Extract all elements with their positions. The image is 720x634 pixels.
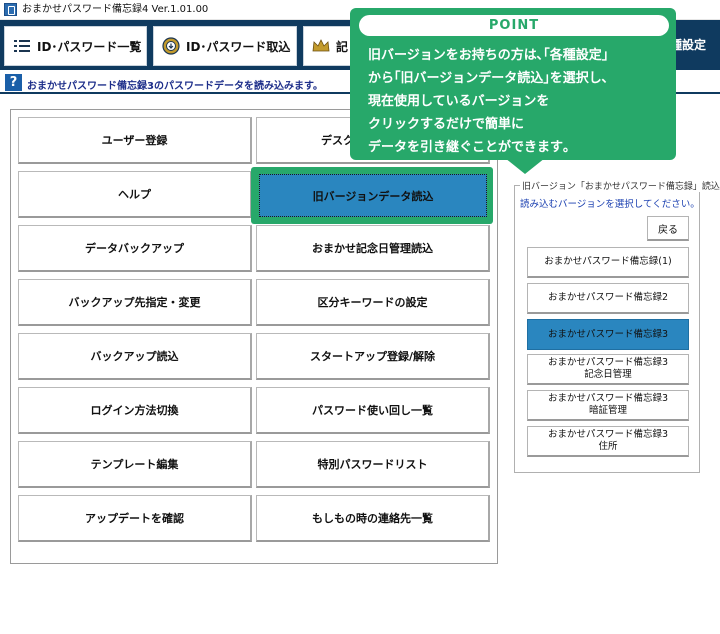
kinenbi-import-button[interactable]: おまかせ記念日管理読込 — [256, 225, 490, 272]
login-method-button[interactable]: ログイン方法切換 — [18, 387, 252, 434]
old-version-import-button[interactable]: 旧バージョンデータ読込 — [259, 174, 487, 217]
help-button[interactable]: ヘルプ — [18, 171, 252, 218]
password-reuse-button[interactable]: パスワード使い回し一覧 — [256, 387, 490, 434]
version-option-label: おまかせパスワード備忘録3 — [547, 393, 669, 404]
help-icon: ? — [5, 74, 22, 91]
callout-line: 旧バージョンをお持ちの方は､｢各種設定｣ — [368, 48, 609, 63]
callout-line: クリックするだけで簡単に — [368, 117, 525, 132]
version-option[interactable]: おまかせパスワード備忘録3 暗証管理 — [527, 390, 689, 421]
info-text: おまかせパスワード備忘録3のパスワードデータを読み込みます。 — [27, 81, 323, 92]
import-icon — [162, 37, 180, 55]
callout-tail — [505, 158, 545, 174]
template-edit-button[interactable]: テンプレート編集 — [18, 441, 252, 488]
backup-load-button[interactable]: バックアップ読込 — [18, 333, 252, 380]
version-option[interactable]: おまかせパスワード備忘録(1) — [527, 247, 689, 278]
version-option-label: おまかせパスワード備忘録3 — [547, 429, 669, 440]
callout-line: から｢旧バージョンデータ読込｣を選択し､ — [368, 71, 609, 86]
version-option-selected[interactable]: おまかせパスワード備忘録3 — [527, 319, 689, 350]
version-option-sublabel: 記念日管理 — [584, 369, 632, 380]
callout-line: データを引き継ぐことができます｡ — [368, 140, 570, 155]
version-group-subtitle: 読み込むバージョンを選択してください。 — [520, 199, 700, 210]
version-option-label: おまかせパスワード備忘録(1) — [544, 256, 672, 267]
emergency-contacts-button[interactable]: もしもの時の連絡先一覧 — [256, 495, 490, 542]
special-password-button[interactable]: 特別パスワードリスト — [256, 441, 490, 488]
nav-label: 記 — [336, 39, 349, 54]
user-register-button[interactable]: ユーザー登録 — [18, 117, 252, 164]
list-icon — [13, 37, 31, 55]
window-title: おまかせパスワード備忘録4 Ver.1.01.00 — [22, 4, 209, 15]
callout-text: 旧バージョンをお持ちの方は､｢各種設定｣ から｢旧バージョンデータ読込｣を選択し… — [368, 44, 670, 159]
startup-toggle-button[interactable]: スタートアップ登録/解除 — [256, 333, 490, 380]
app-icon — [4, 3, 17, 16]
keyword-settings-button[interactable]: 区分キーワードの設定 — [256, 279, 490, 326]
crown-icon — [312, 37, 330, 55]
point-heading: POINT — [359, 15, 669, 36]
version-group-legend: 旧バージョン「おまかせパスワード備忘録」読込 — [520, 179, 720, 192]
version-option-sublabel: 暗証管理 — [588, 405, 627, 416]
nav-label: ID･パスワード一覧 — [37, 39, 142, 54]
version-option-sublabel: 住所 — [598, 441, 618, 452]
callout-line: 現在使用しているバージョンを — [368, 94, 550, 109]
nav-label: ID･パスワード取込 — [186, 39, 291, 54]
check-update-button[interactable]: アップデートを確認 — [18, 495, 252, 542]
version-option[interactable]: おまかせパスワード備忘録3 記念日管理 — [527, 354, 689, 385]
backup-location-button[interactable]: バックアップ先指定・変更 — [18, 279, 252, 326]
version-option[interactable]: おまかせパスワード備忘録3 住所 — [527, 426, 689, 457]
back-button[interactable]: 戻る — [647, 216, 689, 241]
data-backup-button[interactable]: データバックアップ — [18, 225, 252, 272]
version-option-label: おまかせパスワード備忘録2 — [547, 292, 669, 303]
version-option-label: おまかせパスワード備忘録3 — [547, 357, 669, 368]
version-option[interactable]: おまかせパスワード備忘録2 — [527, 283, 689, 314]
nav-id-password-list[interactable]: ID･パスワード一覧 — [4, 26, 147, 66]
nav-id-password-import[interactable]: ID･パスワード取込 — [153, 26, 297, 66]
version-option-label: おまかせパスワード備忘録3 — [547, 328, 669, 340]
